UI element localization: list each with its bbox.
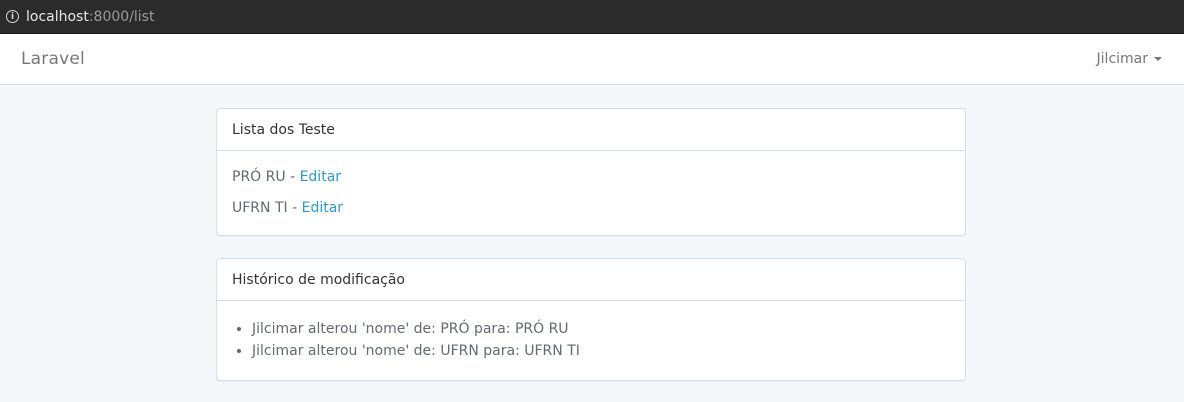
item-separator: - (287, 200, 302, 216)
history-panel-title: Histórico de modificação (217, 259, 965, 301)
browser-url-bar[interactable]: i localhost:8000/list (0, 0, 1184, 34)
list-panel-title: Lista dos Teste (217, 109, 965, 151)
history-entry: Jilcimar alterou 'nome' de: UFRN para: U… (252, 340, 950, 362)
url-host: localhost (26, 8, 89, 25)
history-list: Jilcimar alterou 'nome' de: PRÓ para: PR… (232, 318, 950, 362)
list-panel-body: PRÓ RU - Editar UFRN TI - Editar (217, 151, 965, 235)
info-icon[interactable]: i (6, 10, 19, 23)
edit-link[interactable]: Editar (300, 169, 341, 185)
brand-link[interactable]: Laravel (21, 49, 85, 69)
app-navbar: Laravel Jilcimar (0, 34, 1184, 85)
list-item: PRÓ RU - Editar (232, 169, 950, 185)
history-panel-body: Jilcimar alterou 'nome' de: PRÓ para: PR… (217, 301, 965, 380)
user-dropdown[interactable]: Jilcimar (1097, 51, 1162, 67)
item-name: PRÓ RU (232, 169, 286, 185)
history-entry: Jilcimar alterou 'nome' de: PRÓ para: PR… (252, 318, 950, 340)
user-name: Jilcimar (1096, 51, 1148, 67)
history-panel: Histórico de modificação Jilcimar altero… (216, 258, 966, 381)
caret-down-icon (1154, 57, 1162, 61)
list-item: UFRN TI - Editar (232, 200, 950, 216)
main-content: Lista dos Teste PRÓ RU - Editar UFRN TI … (216, 85, 966, 381)
item-name: UFRN TI (232, 200, 288, 216)
list-panel: Lista dos Teste PRÓ RU - Editar UFRN TI … (216, 108, 966, 236)
edit-link[interactable]: Editar (302, 200, 343, 216)
item-separator: - (285, 169, 300, 185)
url-path: :8000/list (88, 8, 155, 25)
